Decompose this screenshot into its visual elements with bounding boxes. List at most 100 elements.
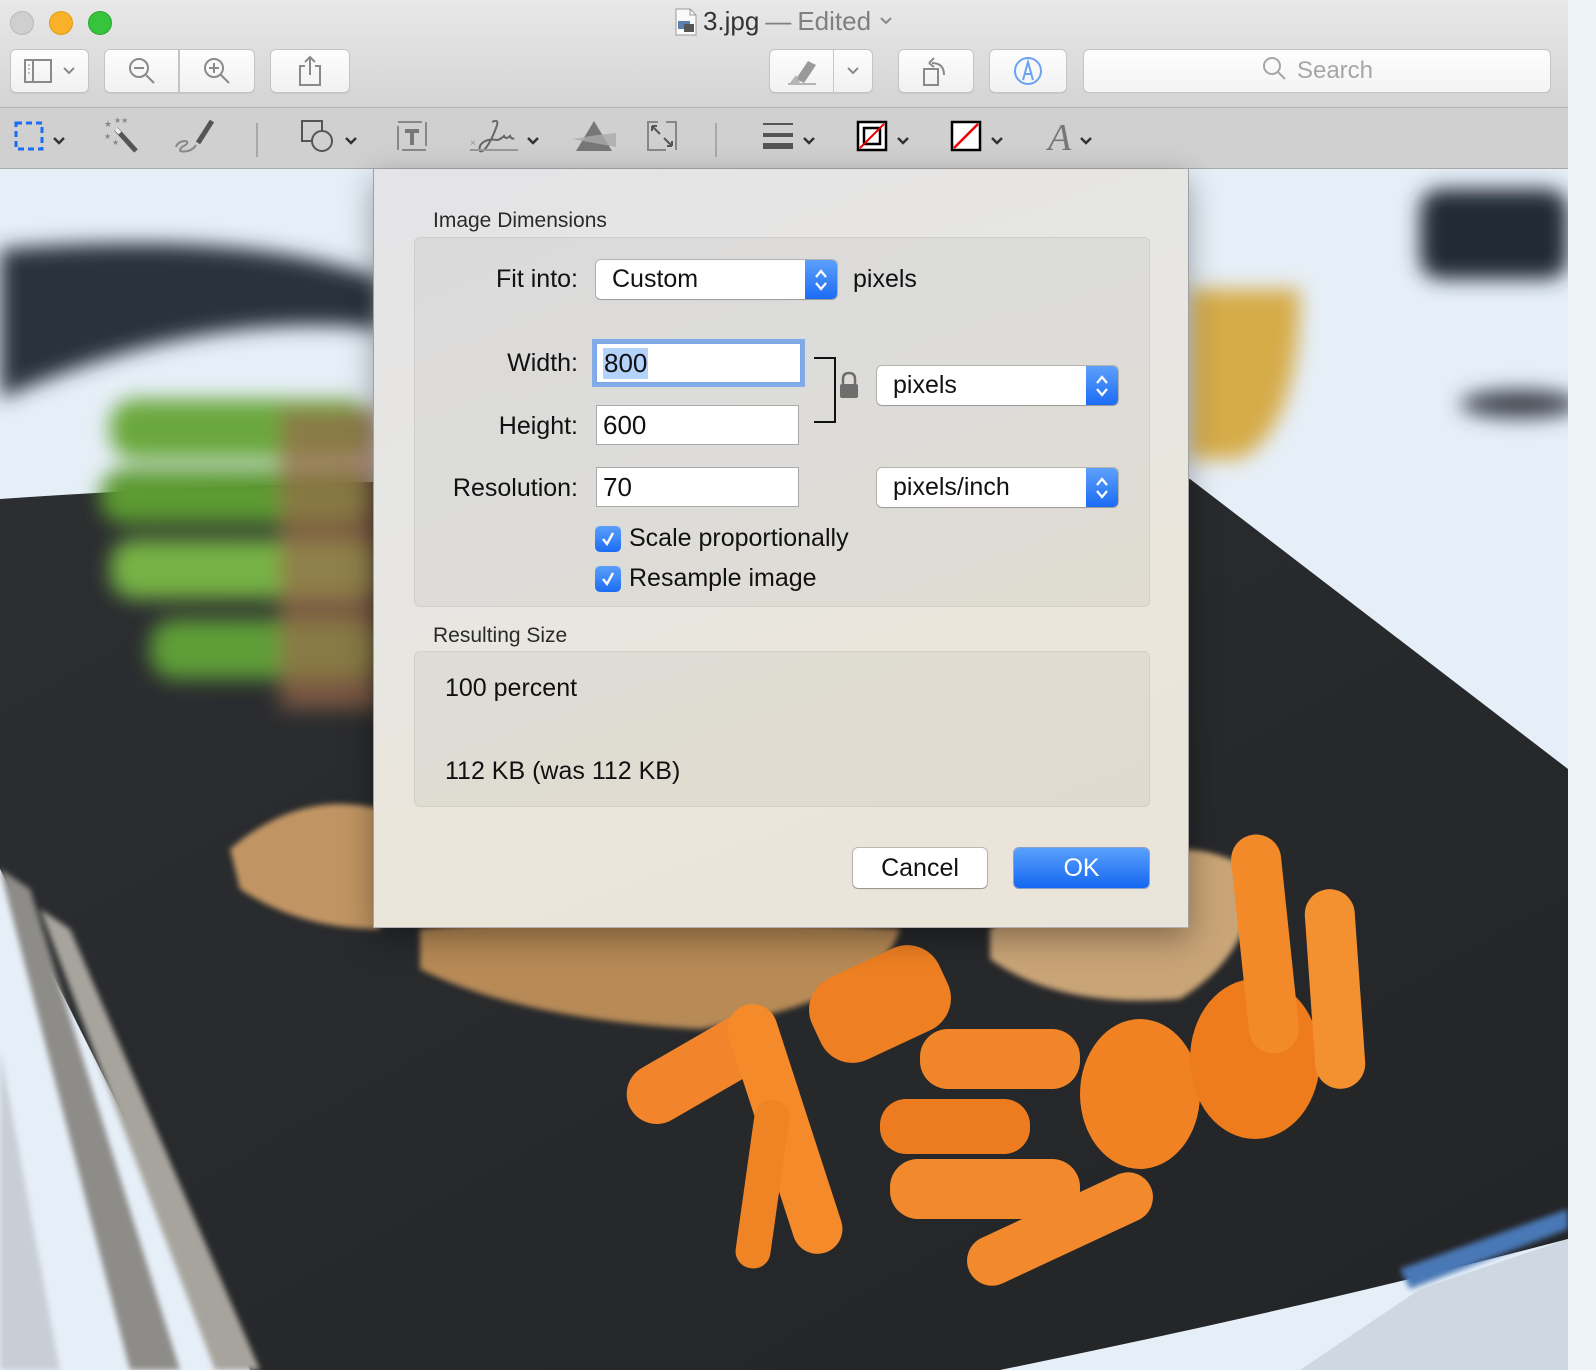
resample-image-label: Resample image — [629, 564, 817, 592]
popup-arrows-icon — [1086, 366, 1118, 405]
jpeg-document-icon — [675, 8, 697, 36]
lock-icon[interactable] — [838, 371, 860, 404]
width-value: 800 — [603, 347, 649, 379]
zoom-in-button[interactable] — [179, 49, 255, 93]
resolution-field[interactable]: 70 — [596, 467, 799, 507]
desktop-background — [1568, 0, 1596, 1370]
share-button[interactable] — [270, 49, 350, 93]
toolbar-separator — [715, 123, 717, 157]
rotate-left-icon — [920, 55, 952, 87]
size-unit-popup[interactable]: pixels — [877, 366, 1118, 405]
svg-text:★: ★ — [112, 138, 119, 147]
markup-pen-icon — [1012, 55, 1044, 87]
signature-icon: × — [470, 116, 518, 161]
shapes-tool[interactable] — [300, 118, 358, 158]
text-tool[interactable] — [396, 118, 428, 158]
chevron-down-icon — [344, 133, 358, 145]
markup-button[interactable] — [989, 49, 1067, 93]
fit-into-unit-label: pixels — [853, 265, 917, 293]
chevron-down-icon — [896, 133, 910, 145]
checkmark-icon — [595, 565, 621, 592]
rotate-button[interactable] — [898, 49, 974, 93]
rectangular-selection-tool[interactable] — [14, 118, 66, 158]
resample-image-checkbox[interactable]: Resample image — [595, 564, 817, 593]
adjust-size-dialog: Image Dimensions Fit into: Custom pixels… — [373, 169, 1189, 928]
resolution-unit-value: pixels/inch — [893, 473, 1010, 501]
fit-into-label: Fit into: — [496, 265, 578, 293]
svg-text:★: ★ — [104, 132, 111, 141]
checkmark-icon — [595, 525, 621, 552]
resolution-value: 70 — [603, 471, 632, 502]
zoom-out-icon — [127, 56, 157, 86]
sketch-tool[interactable] — [174, 118, 216, 158]
title-menu-chevron-icon[interactable] — [879, 13, 893, 31]
proportion-bracket — [814, 357, 836, 423]
shape-style-tool[interactable] — [762, 118, 816, 158]
fit-into-value: Custom — [612, 265, 699, 293]
chevron-down-icon — [802, 133, 816, 145]
fit-into-popup[interactable]: Custom — [596, 260, 837, 299]
ok-button[interactable]: OK — [1014, 848, 1149, 888]
sketch-pencil-icon — [174, 117, 216, 160]
chevron-down-icon — [1079, 133, 1093, 145]
sidebar-icon — [23, 59, 54, 83]
line-weight-icon — [762, 121, 794, 156]
border-color-tool[interactable] — [856, 118, 910, 158]
height-field[interactable]: 600 — [596, 405, 799, 445]
height-label: Height: — [498, 412, 578, 440]
rectangular-selection-icon — [14, 121, 44, 156]
chevron-down-icon — [62, 66, 76, 76]
font-style-icon: A — [1048, 117, 1072, 159]
document-status: Edited — [797, 6, 872, 36]
popup-arrows-icon — [805, 260, 837, 299]
border-color-icon — [856, 120, 888, 157]
toolbar-separator — [256, 123, 258, 157]
zoom-out-button[interactable] — [104, 49, 179, 93]
resulting-filesize: 112 KB (was 112 KB) — [445, 757, 681, 785]
instant-alpha-tool[interactable]: ★ ★★ ★ ★ — [102, 116, 140, 160]
search-icon — [1261, 55, 1287, 88]
prism-icon — [572, 119, 616, 158]
resulting-percent: 100 percent — [445, 674, 578, 702]
title-bar: 3.jpg — Edited Search — [0, 0, 1568, 108]
search-placeholder: Search — [1296, 57, 1374, 84]
popup-arrows-icon — [1086, 468, 1118, 507]
magic-wand-icon: ★ ★★ ★ ★ — [102, 116, 140, 160]
resulting-size-label: Resulting Size — [433, 624, 568, 647]
scale-proportionally-checkbox[interactable]: Scale proportionally — [595, 524, 849, 553]
resize-arrows-icon — [646, 120, 678, 157]
fill-color-icon — [950, 120, 982, 157]
highlighter-icon — [770, 50, 834, 92]
search-field[interactable]: Search — [1083, 49, 1551, 93]
adjust-color-tool[interactable] — [572, 118, 616, 158]
fill-color-tool[interactable] — [950, 118, 1004, 158]
adjust-size-tool[interactable] — [646, 118, 678, 158]
width-field[interactable]: 800 — [596, 343, 801, 383]
title-separator: — — [765, 6, 792, 36]
document-name: 3.jpg — [702, 6, 760, 36]
chevron-down-icon — [526, 133, 540, 145]
text-box-icon — [396, 120, 428, 157]
sign-tool[interactable]: × — [470, 118, 540, 158]
size-unit-value: pixels — [893, 371, 957, 399]
cancel-button[interactable]: Cancel — [853, 848, 987, 888]
svg-text:★★: ★★ — [114, 117, 128, 125]
share-icon — [297, 55, 323, 87]
chevron-down-icon[interactable] — [834, 66, 872, 76]
width-label: Width: — [507, 349, 578, 377]
svg-text:★: ★ — [104, 119, 112, 129]
resolution-label: Resolution: — [452, 474, 578, 502]
resolution-unit-popup[interactable]: pixels/inch — [877, 468, 1118, 507]
image-dimensions-label: Image Dimensions — [433, 209, 607, 232]
chevron-down-icon — [990, 133, 1004, 145]
markup-toolbar: ★ ★★ ★ ★ × A — [0, 108, 1568, 169]
zoom-in-icon — [202, 56, 232, 86]
height-value: 600 — [603, 409, 647, 440]
window-title[interactable]: 3.jpg — Edited — [0, 6, 1568, 37]
text-style-tool[interactable]: A — [1048, 118, 1093, 158]
scale-proportionally-label: Scale proportionally — [629, 524, 849, 552]
highlight-button[interactable] — [769, 49, 873, 93]
shapes-icon — [300, 119, 336, 158]
svg-text:×: × — [470, 138, 476, 149]
sidebar-view-button[interactable] — [10, 49, 89, 93]
